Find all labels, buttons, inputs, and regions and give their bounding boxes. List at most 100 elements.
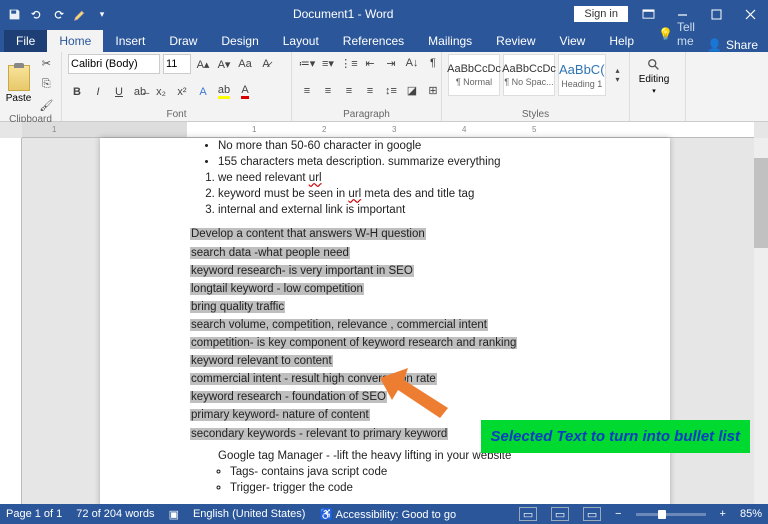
line-spacing-icon[interactable]: ↕≡ <box>382 82 400 100</box>
style-heading1[interactable]: AaBbC(Heading 1 <box>558 54 606 96</box>
vertical-scrollbar[interactable] <box>754 138 768 504</box>
paste-button[interactable]: Paste <box>6 62 32 106</box>
find-icon <box>647 58 661 72</box>
hollow-bullet-item: Tags- contains java script code <box>230 464 580 480</box>
tab-view[interactable]: View <box>548 30 598 52</box>
justify-icon[interactable]: ≡ <box>361 82 379 100</box>
selected-text: keyword relevant to content <box>190 353 580 369</box>
strike-button[interactable]: ab̶ <box>131 83 149 101</box>
bullets-button[interactable]: ≔▾ <box>298 54 316 72</box>
font-color-icon[interactable]: A <box>236 83 254 101</box>
selected-text: bring quality traffic <box>190 299 580 315</box>
zoom-out-icon[interactable]: − <box>615 508 621 520</box>
selected-text: competition- is key component of keyword… <box>190 335 580 351</box>
zoom-slider[interactable] <box>636 513 706 516</box>
group-styles: AaBbCcDc¶ Normal AaBbCcDc¶ No Spac... Aa… <box>442 52 630 121</box>
window-title: Document1 - Word <box>112 7 574 21</box>
share-button[interactable]: 👤Share <box>707 38 758 52</box>
highlight-color-icon[interactable]: ab <box>215 83 233 101</box>
style-normal[interactable]: AaBbCcDc¶ Normal <box>448 54 500 96</box>
clear-format-icon[interactable]: A̷ <box>257 55 275 73</box>
group-label-styles: Styles <box>448 109 623 120</box>
selected-text: keyword research- is very important in S… <box>190 263 580 279</box>
underline-button[interactable]: U <box>110 83 128 101</box>
tab-file[interactable]: File <box>4 30 47 52</box>
sort-icon[interactable]: A↓ <box>403 54 421 72</box>
zoom-level[interactable]: 85% <box>740 508 762 520</box>
align-left-icon[interactable]: ≡ <box>298 82 316 100</box>
tab-review[interactable]: Review <box>484 30 547 52</box>
increase-indent-icon[interactable]: ⇥ <box>382 54 400 72</box>
vertical-ruler[interactable] <box>0 138 22 504</box>
tab-design[interactable]: Design <box>209 30 270 52</box>
tab-mailings[interactable]: Mailings <box>416 30 484 52</box>
tab-references[interactable]: References <box>331 30 416 52</box>
group-label-paragraph: Paragraph <box>298 109 435 120</box>
decrease-indent-icon[interactable]: ⇤ <box>361 54 379 72</box>
close-icon[interactable] <box>736 3 764 25</box>
signin-button[interactable]: Sign in <box>574 6 628 22</box>
text-effects-icon[interactable]: A <box>194 83 212 101</box>
font-name-select[interactable] <box>68 54 160 74</box>
italic-button[interactable]: I <box>89 83 107 101</box>
selected-text: search volume, competition, relevance , … <box>190 317 580 333</box>
shrink-font-icon[interactable]: A▾ <box>215 55 233 73</box>
editing-button[interactable]: Editing ▾ <box>636 54 672 98</box>
statusbar: Page 1 of 1 72 of 204 words ▣ English (U… <box>0 504 768 524</box>
multilevel-button[interactable]: ⋮≡ <box>340 54 358 72</box>
bullet-item: 155 characters meta description. summari… <box>218 154 580 170</box>
highlighter-icon[interactable] <box>70 4 90 24</box>
numbering-button[interactable]: ≡▾ <box>319 54 337 72</box>
format-painter-icon[interactable]: 🖌 <box>37 96 55 114</box>
share-icon: 👤 <box>707 38 722 52</box>
copy-icon[interactable]: ⎘ <box>37 75 55 93</box>
redo-icon[interactable] <box>48 4 68 24</box>
status-wordcount[interactable]: 72 of 204 words <box>76 508 154 520</box>
titlebar: ▾ Document1 - Word Sign in <box>0 0 768 28</box>
subscript-button[interactable]: x₂ <box>152 83 170 101</box>
zoom-in-icon[interactable]: + <box>720 508 726 520</box>
selected-text: longtail keyword - low competition <box>190 281 580 297</box>
tell-me-search[interactable]: 💡Tell me <box>654 16 707 52</box>
bullet-item: No more than 50-60 character in google <box>218 138 580 154</box>
undo-icon[interactable] <box>26 4 46 24</box>
styles-more-icon[interactable]: ▴▾ <box>609 66 627 84</box>
tab-home[interactable]: Home <box>47 30 103 52</box>
lightbulb-icon: 💡 <box>658 27 673 41</box>
group-clipboard: Paste ✂ ⎘ 🖌 Clipboard <box>0 52 62 121</box>
status-page[interactable]: Page 1 of 1 <box>6 508 62 520</box>
superscript-button[interactable]: x² <box>173 83 191 101</box>
horizontal-ruler[interactable]: 1 1 2 3 4 5 <box>22 122 754 138</box>
group-label-font: Font <box>68 109 285 120</box>
group-paragraph: ≔▾ ≡▾ ⋮≡ ⇤ ⇥ A↓ ¶ ≡ ≡ ≡ ≡ ↕≡ ◪ ⊞ Paragra… <box>292 52 442 121</box>
borders-icon[interactable]: ⊞ <box>424 82 442 100</box>
view-web-icon[interactable]: ▭ <box>583 507 601 521</box>
view-print-icon[interactable]: ▭ <box>551 507 569 521</box>
group-font: A▴ A▾ Aa A̷ B I U ab̶ x₂ x² A ab A Font <box>62 52 292 121</box>
change-case-icon[interactable]: Aa <box>236 55 254 73</box>
tab-layout[interactable]: Layout <box>271 30 331 52</box>
status-accessibility[interactable]: ♿ Accessibility: Good to go <box>319 508 456 521</box>
bold-button[interactable]: B <box>68 83 86 101</box>
style-no-spacing[interactable]: AaBbCcDc¶ No Spac... <box>503 54 555 96</box>
arrow-annotation <box>380 368 450 418</box>
view-read-icon[interactable]: ▭ <box>519 507 537 521</box>
ribbon-tabs: File Home Insert Draw Design Layout Refe… <box>0 28 768 52</box>
tab-insert[interactable]: Insert <box>103 30 157 52</box>
cut-icon[interactable]: ✂ <box>37 54 55 72</box>
font-size-select[interactable] <box>163 54 191 74</box>
hollow-bullet-item: Trigger- trigger the code <box>230 480 580 496</box>
selected-text: Develop a content that answers W-H quest… <box>190 226 580 242</box>
save-icon[interactable] <box>4 4 24 24</box>
scrollbar-thumb[interactable] <box>754 158 768 248</box>
shading-icon[interactable]: ◪ <box>403 82 421 100</box>
align-right-icon[interactable]: ≡ <box>340 82 358 100</box>
tab-draw[interactable]: Draw <box>157 30 209 52</box>
status-language[interactable]: English (United States) <box>193 508 306 520</box>
status-proofing-icon[interactable]: ▣ <box>169 508 179 521</box>
tab-help[interactable]: Help <box>597 30 646 52</box>
show-marks-icon[interactable]: ¶ <box>424 54 442 72</box>
grow-font-icon[interactable]: A▴ <box>194 55 212 73</box>
align-center-icon[interactable]: ≡ <box>319 82 337 100</box>
qat-dropdown-icon[interactable]: ▾ <box>92 4 112 24</box>
